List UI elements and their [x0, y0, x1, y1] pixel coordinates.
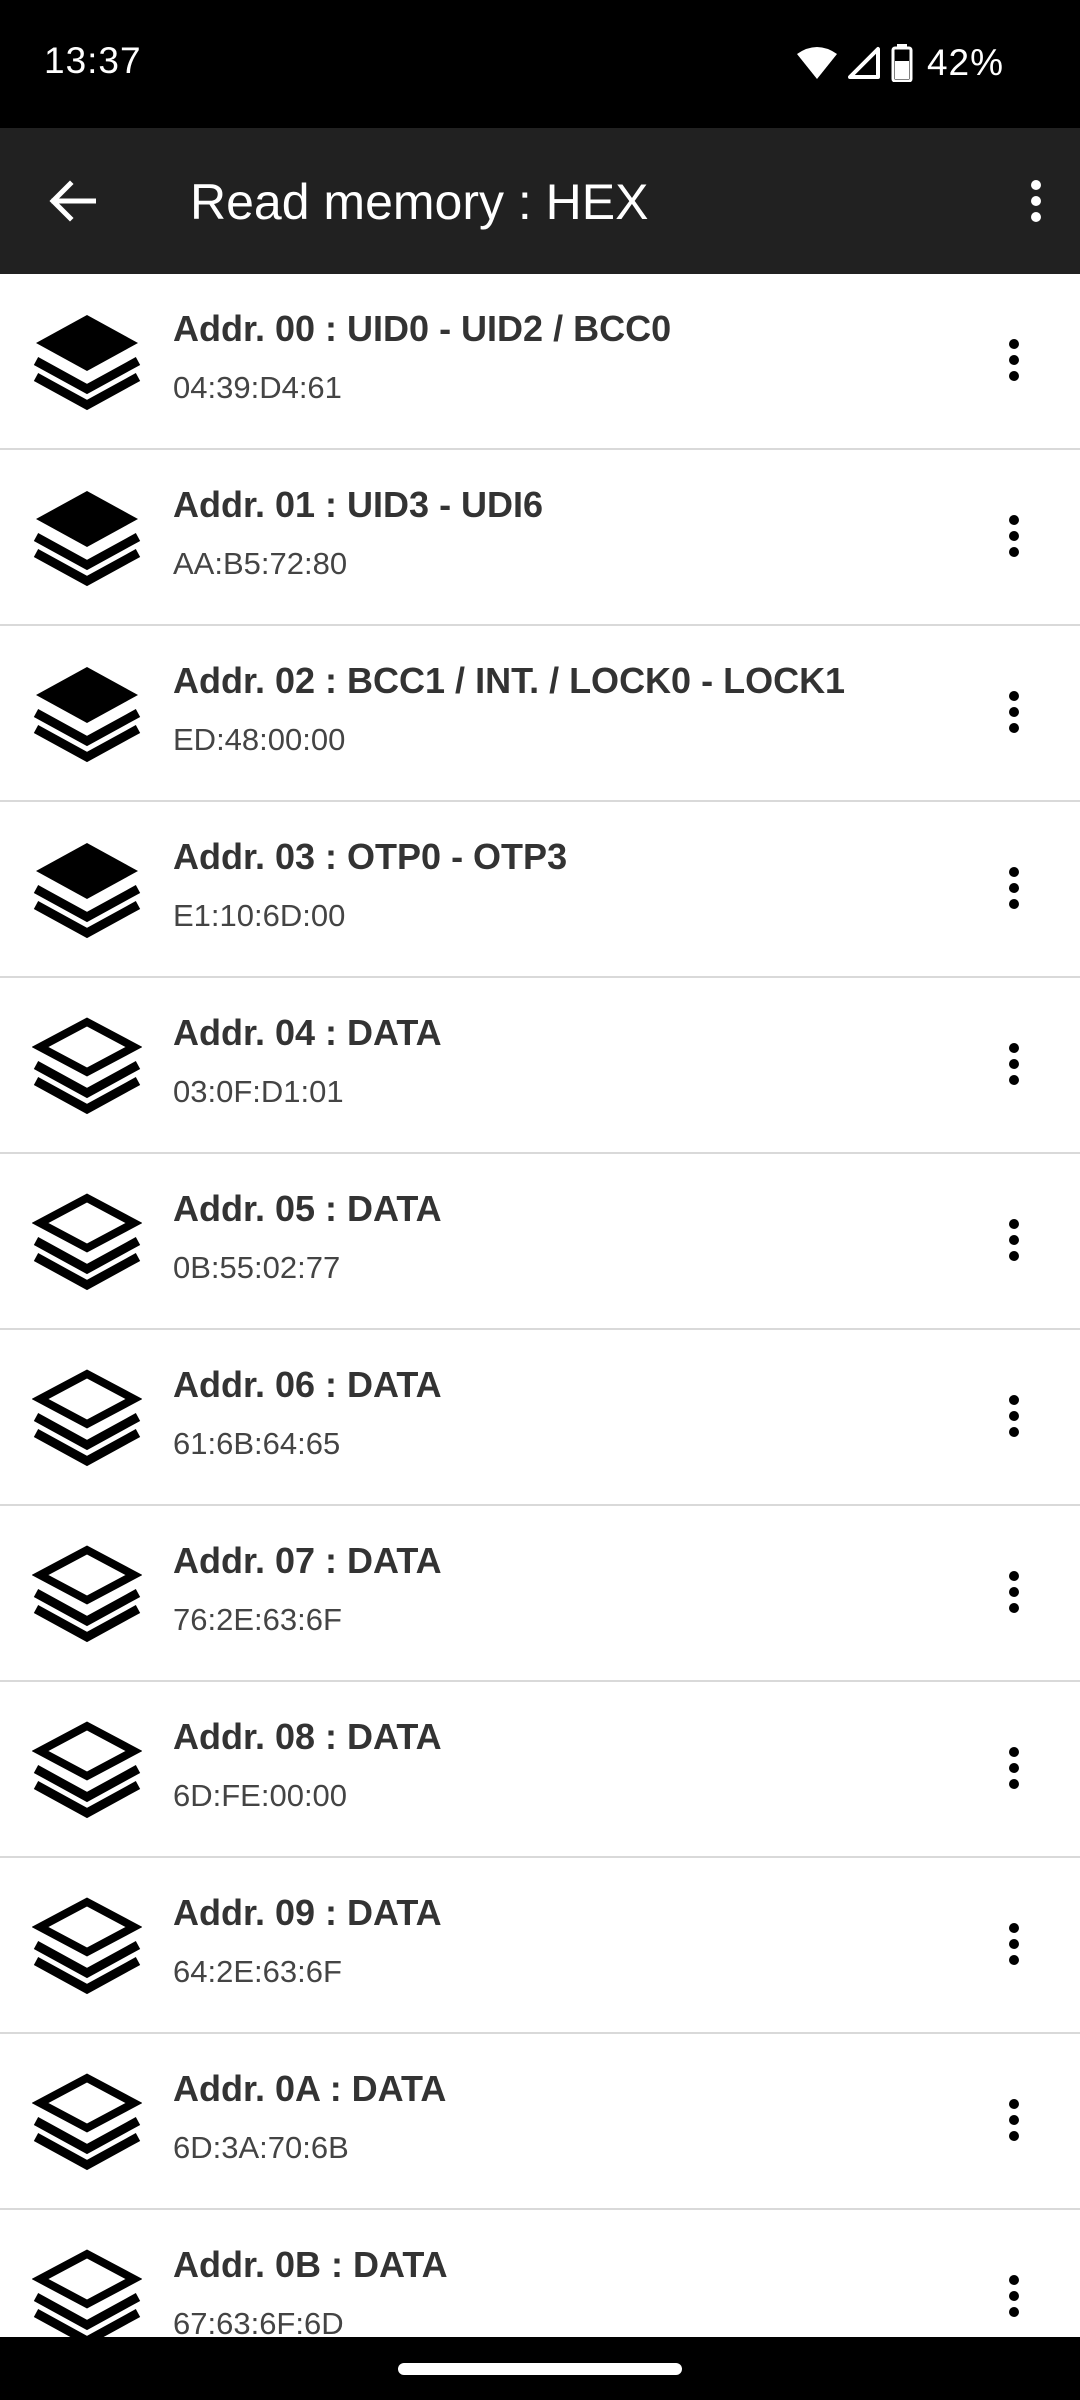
more-vert-icon — [1007, 514, 1021, 563]
navigation-bar — [0, 2337, 1080, 2400]
row-value: 67:63:6F:6D — [173, 2306, 344, 2337]
row-title: Addr. 06 : DATA — [173, 1364, 442, 1405]
row-title: Addr. 03 : OTP0 - OTP3 — [173, 836, 568, 877]
row-title: Addr. 02 : BCC1 / INT. / LOCK0 - LOCK1 — [173, 660, 846, 701]
row-value: 0B:55:02:77 — [173, 1250, 341, 1285]
more-vert-icon — [1007, 1042, 1021, 1091]
page-title: Read memory : HEX — [190, 174, 649, 230]
row-overflow-button[interactable] — [984, 1207, 1044, 1277]
row-value: 64:2E:63:6F — [173, 1954, 342, 1989]
row-title: Addr. 08 : DATA — [173, 1716, 442, 1757]
row-title: Addr. 0B : DATA — [173, 2244, 448, 2285]
status-bar: 13:37 42% — [0, 0, 1080, 128]
memory-row[interactable]: Addr. 06 : DATA 61:6B:64:65 — [0, 1330, 1080, 1506]
row-overflow-button[interactable] — [984, 327, 1044, 397]
row-overflow-button[interactable] — [984, 503, 1044, 573]
overflow-menu-button[interactable] — [1004, 169, 1068, 233]
row-title: Addr. 01 : UID3 - UDI6 — [173, 484, 544, 525]
status-icons: 42% — [796, 38, 1004, 88]
memory-row[interactable]: Addr. 03 : OTP0 - OTP3 E1:10:6D:00 — [0, 802, 1080, 978]
row-overflow-button[interactable] — [984, 679, 1044, 749]
row-title: Addr. 00 : UID0 - UID2 / BCC0 — [173, 308, 672, 349]
row-overflow-button[interactable] — [984, 1031, 1044, 1101]
more-vert-icon — [1007, 2274, 1021, 2323]
layers-filled-icon — [32, 485, 142, 595]
row-value: 76:2E:63:6F — [173, 1602, 342, 1637]
row-value: E1:10:6D:00 — [173, 898, 346, 933]
memory-list[interactable]: Addr. 00 : UID0 - UID2 / BCC0 04:39:D4:61… — [0, 274, 1080, 2337]
layers-outline-icon — [32, 1013, 142, 1123]
more-vert-icon — [1007, 2098, 1021, 2147]
memory-row[interactable]: Addr. 01 : UID3 - UDI6 AA:B5:72:80 — [0, 450, 1080, 626]
layers-outline-icon — [32, 1189, 142, 1299]
row-overflow-button[interactable] — [984, 2263, 1044, 2333]
row-title: Addr. 04 : DATA — [173, 1012, 442, 1053]
more-vert-icon — [1007, 1570, 1021, 1619]
memory-row[interactable]: Addr. 09 : DATA 64:2E:63:6F — [0, 1858, 1080, 2034]
memory-row[interactable]: Addr. 04 : DATA 03:0F:D1:01 — [0, 978, 1080, 1154]
battery-icon — [891, 44, 913, 82]
row-value: 61:6B:64:65 — [173, 1426, 341, 1461]
more-vert-icon — [1007, 866, 1021, 915]
row-value: ED:48:00:00 — [173, 722, 346, 757]
row-value: 6D:FE:00:00 — [173, 1778, 348, 1813]
layers-filled-icon — [32, 661, 142, 771]
layers-filled-icon — [32, 837, 142, 947]
more-vert-icon — [1007, 338, 1021, 387]
memory-row[interactable]: Addr. 08 : DATA 6D:FE:00:00 — [0, 1682, 1080, 1858]
row-title: Addr. 0A : DATA — [173, 2068, 447, 2109]
memory-row[interactable]: Addr. 0B : DATA 67:63:6F:6D — [0, 2210, 1080, 2337]
row-overflow-button[interactable] — [984, 2087, 1044, 2157]
wifi-icon — [796, 46, 837, 80]
layers-outline-icon — [32, 1365, 142, 1475]
memory-row[interactable]: Addr. 00 : UID0 - UID2 / BCC0 04:39:D4:61 — [0, 274, 1080, 450]
row-overflow-button[interactable] — [984, 1911, 1044, 1981]
back-button[interactable] — [40, 173, 104, 229]
memory-row[interactable]: Addr. 0A : DATA 6D:3A:70:6B — [0, 2034, 1080, 2210]
row-title: Addr. 07 : DATA — [173, 1540, 442, 1581]
more-vert-icon — [1007, 690, 1021, 739]
memory-row[interactable]: Addr. 07 : DATA 76:2E:63:6F — [0, 1506, 1080, 1682]
row-title: Addr. 09 : DATA — [173, 1892, 442, 1933]
row-value: 6D:3A:70:6B — [173, 2130, 349, 2165]
row-value: 04:39:D4:61 — [173, 370, 342, 405]
row-value: AA:B5:72:80 — [173, 546, 348, 581]
app-bar: Read memory : HEX — [0, 128, 1080, 274]
layers-outline-icon — [32, 1541, 142, 1651]
layers-outline-icon — [32, 2245, 142, 2337]
layers-outline-icon — [32, 1893, 142, 2003]
row-overflow-button[interactable] — [984, 1383, 1044, 1453]
row-overflow-button[interactable] — [984, 855, 1044, 925]
row-overflow-button[interactable] — [984, 1559, 1044, 1629]
more-vert-icon — [1007, 1218, 1021, 1267]
row-title: Addr. 05 : DATA — [173, 1188, 442, 1229]
more-vert-icon — [1007, 1746, 1021, 1795]
layers-outline-icon — [32, 1717, 142, 1827]
cellular-signal-icon — [847, 46, 881, 80]
more-vert-icon — [1007, 1922, 1021, 1971]
more-vert-icon — [1031, 180, 1041, 222]
row-value: 03:0F:D1:01 — [173, 1074, 344, 1109]
memory-row[interactable]: Addr. 05 : DATA 0B:55:02:77 — [0, 1154, 1080, 1330]
layers-outline-icon — [32, 2069, 142, 2179]
row-overflow-button[interactable] — [984, 1735, 1044, 1805]
memory-row[interactable]: Addr. 02 : BCC1 / INT. / LOCK0 - LOCK1 ED… — [0, 626, 1080, 802]
gesture-handle[interactable] — [398, 2363, 682, 2375]
layers-filled-icon — [32, 309, 142, 419]
battery-percent: 42% — [926, 42, 1004, 83]
arrow-back-icon — [49, 180, 96, 222]
status-time: 13:37 — [44, 40, 142, 81]
more-vert-icon — [1007, 1394, 1021, 1443]
